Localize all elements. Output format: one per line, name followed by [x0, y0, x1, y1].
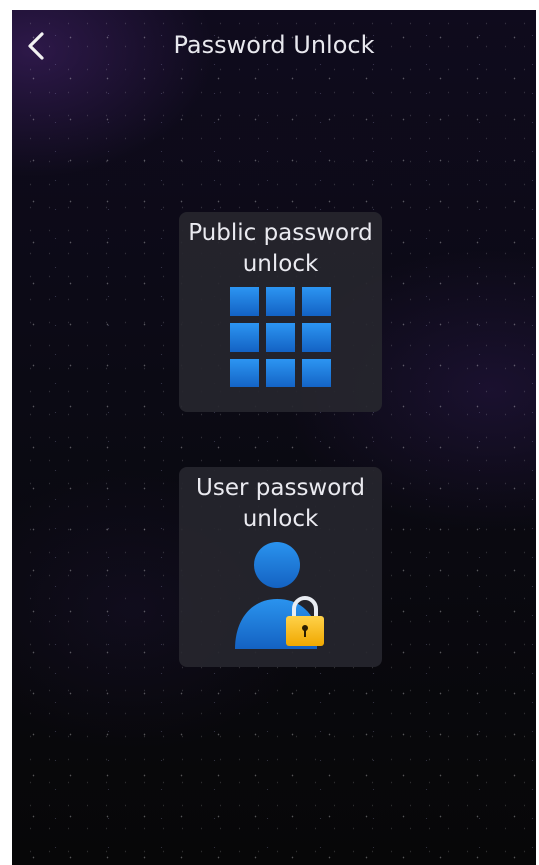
public-password-unlock-label: Public password unlock — [188, 220, 373, 277]
keypad-key — [266, 287, 295, 316]
keypad-key — [230, 359, 259, 387]
user-password-unlock-button[interactable]: User password unlock — [179, 467, 382, 667]
public-password-unlock-button[interactable]: Public password unlock — [179, 212, 382, 412]
page-title: Password Unlock — [173, 31, 375, 59]
user-password-unlock-label: User password unlock — [196, 475, 365, 532]
header-bar: Password Unlock — [12, 10, 536, 80]
keypad-key — [230, 323, 259, 352]
keypad-key — [302, 323, 331, 352]
keypad-grid-icon — [230, 287, 331, 387]
user-lock-icon — [235, 542, 324, 649]
lock-keyhole-slot — [304, 629, 306, 637]
keypad-key — [230, 287, 259, 316]
keypad-key — [302, 287, 331, 316]
user-head — [254, 542, 300, 588]
starfield-background — [12, 10, 536, 865]
keypad-key — [266, 359, 295, 387]
keypad-key — [266, 323, 295, 352]
keypad-key — [302, 359, 331, 387]
password-unlock-screen: Password Unlock Public password unlock U… — [12, 10, 536, 865]
